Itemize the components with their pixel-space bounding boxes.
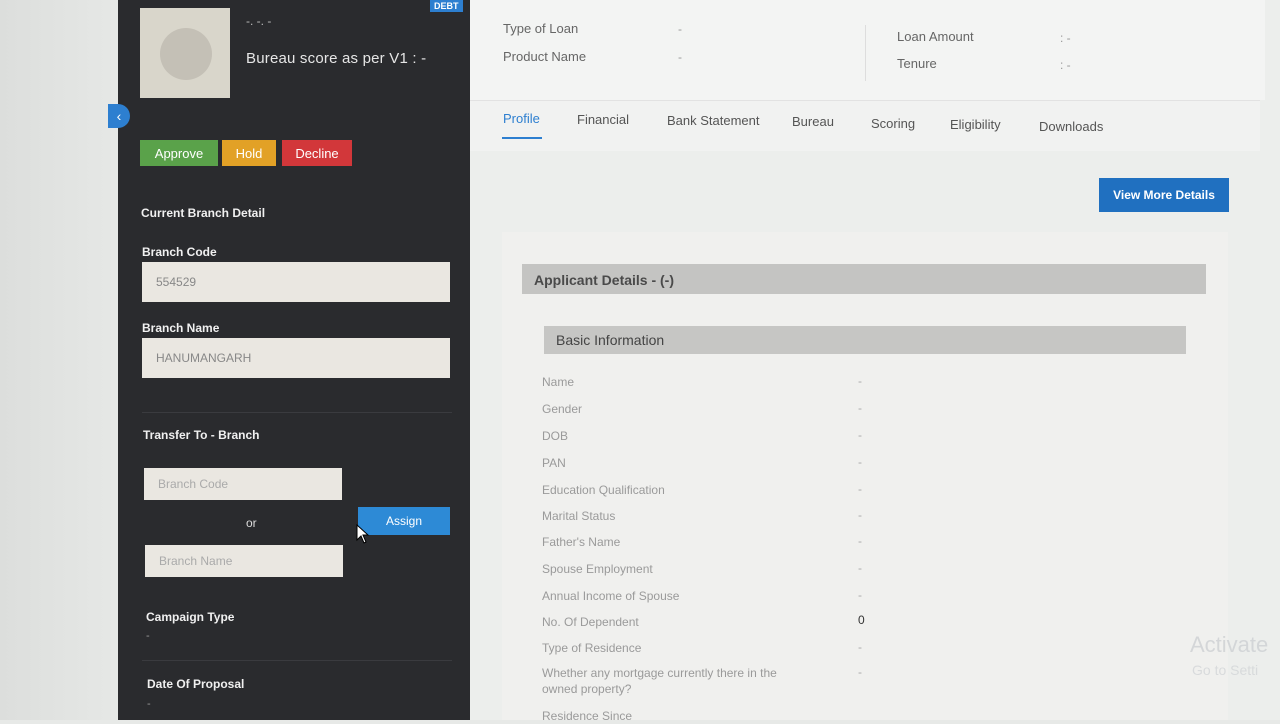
field-label: Marital Status — [542, 509, 616, 523]
field-value: - — [858, 374, 862, 388]
field-value: - — [858, 561, 862, 575]
tab-profile[interactable]: Profile — [503, 111, 540, 126]
field-label: DOB — [542, 429, 569, 443]
date-of-proposal-value: - — [147, 698, 151, 710]
hold-button[interactable]: Hold — [222, 140, 276, 166]
tab-scoring[interactable]: Scoring — [871, 116, 915, 131]
decline-button[interactable]: Decline — [282, 140, 352, 166]
field-value: - — [858, 534, 862, 548]
field-label: Father's Name — [542, 535, 621, 549]
customer-name: -. -. - — [246, 14, 272, 28]
field-label: PAN — [542, 456, 566, 470]
tab-financial[interactable]: Financial — [577, 112, 629, 127]
divider — [865, 25, 866, 81]
type-of-loan-value: - — [678, 22, 682, 36]
applicant-details-title: Applicant Details - (-) — [534, 272, 675, 288]
tab-bureau[interactable]: Bureau — [792, 114, 834, 129]
field-value: 0 — [858, 613, 865, 627]
main-content: Type of Loan - Product Name - Loan Amoun… — [470, 0, 1280, 723]
avatar-placeholder-icon — [160, 28, 212, 80]
product-name-value: - — [678, 50, 682, 64]
field-value: - — [858, 640, 862, 654]
view-more-details-button[interactable]: View More Details — [1099, 178, 1229, 212]
field-label: Residence Since — [542, 709, 633, 723]
debt-badge: DEBT — [430, 0, 463, 12]
branch-name-label: Branch Name — [142, 321, 220, 335]
field-value: - — [858, 588, 862, 602]
tenure-label: Tenure — [897, 56, 937, 71]
field-value: - — [858, 665, 862, 679]
field-value: - — [858, 508, 862, 522]
loan-amount-value: : - — [1060, 31, 1071, 45]
tab-bar: Profile Financial Bank Statement Bureau … — [470, 100, 1260, 151]
tenure-value: : - — [1060, 58, 1071, 72]
field-value: - — [858, 482, 862, 496]
field-label: Type of Residence — [542, 641, 642, 655]
approve-button[interactable]: Approve — [140, 140, 218, 166]
branch-code-field[interactable]: 554529 — [142, 262, 450, 302]
type-of-loan-label: Type of Loan — [503, 21, 579, 36]
date-of-proposal-label: Date Of Proposal — [147, 677, 245, 691]
activation-watermark: Activate — [1190, 632, 1269, 657]
field-label: Gender — [542, 402, 583, 416]
loan-summary-card: Type of Loan - Product Name - Loan Amoun… — [470, 0, 1265, 100]
field-value: - — [858, 455, 862, 469]
or-text: or — [246, 516, 257, 530]
field-label: Spouse Employment — [542, 562, 653, 576]
campaign-type-label: Campaign Type — [146, 610, 235, 624]
branch-code-label: Branch Code — [142, 245, 217, 259]
sidebar: -. -. - Bureau score as per V1 : - DEBT … — [108, 0, 470, 720]
applicant-details-panel: Applicant Details - (-) Basic Informatio… — [502, 232, 1228, 723]
field-label: Education Qualification — [542, 483, 665, 497]
divider — [142, 660, 452, 661]
chevron-left-icon[interactable]: ‹ — [108, 104, 130, 128]
campaign-type-value: - — [146, 630, 150, 642]
avatar — [140, 8, 230, 98]
field-value: - — [858, 428, 862, 442]
screen-bezel — [0, 0, 118, 720]
transfer-branch-name-input[interactable]: Branch Name — [145, 545, 343, 577]
divider — [142, 412, 452, 413]
mouse-cursor-icon — [356, 524, 370, 544]
field-label: No. Of Dependent — [542, 615, 639, 629]
applicant-details-header: Applicant Details - (-) — [522, 264, 1206, 294]
current-branch-title: Current Branch Detail — [141, 206, 266, 220]
field-label: Annual Income of Spouse — [542, 589, 680, 603]
transfer-branch-code-input[interactable]: Branch Code — [144, 468, 342, 500]
branch-name-field[interactable]: HANUMANGARH — [142, 338, 450, 378]
basic-information-title: Basic Information — [556, 332, 665, 348]
active-tab-indicator — [502, 137, 542, 139]
product-name-label: Product Name — [503, 49, 587, 64]
activation-watermark-sub: Go to Setti — [1192, 662, 1259, 678]
field-label: Whether any mortgage currently there in … — [542, 666, 777, 696]
assign-button[interactable]: Assign — [358, 507, 450, 535]
field-label: Name — [542, 375, 575, 389]
loan-amount-label: Loan Amount — [897, 29, 974, 44]
tab-downloads[interactable]: Downloads — [1039, 119, 1103, 134]
transfer-title: Transfer To - Branch — [143, 428, 260, 442]
basic-information-header: Basic Information — [544, 326, 1186, 354]
bureau-score: Bureau score as per V1 : - — [246, 50, 427, 67]
field-value: - — [858, 401, 862, 415]
tab-bank-statement[interactable]: Bank Statement — [667, 113, 760, 128]
tab-eligibility[interactable]: Eligibility — [950, 117, 1001, 132]
